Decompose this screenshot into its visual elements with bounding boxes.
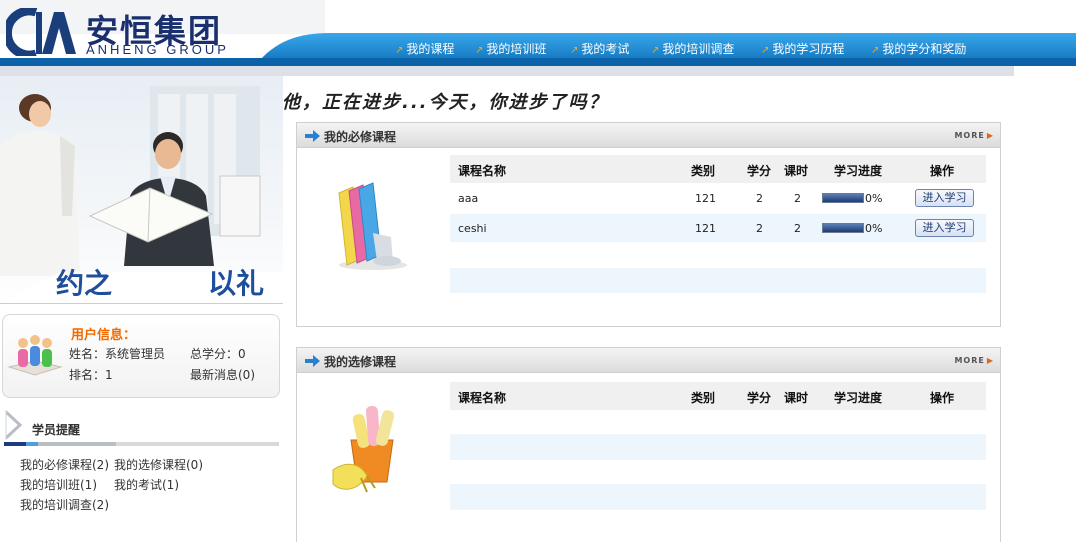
reminder-required-courses[interactable]: 我的必修课程(2) <box>20 456 109 473</box>
banner-caption-left: 约之 <box>56 267 113 300</box>
reminder-exams[interactable]: 我的考试(1) <box>114 476 179 493</box>
nav-item-learning-history[interactable]: ↗ 我的学习历程 <box>761 40 844 57</box>
panel-header: 我的选修课程 MORE ▶ <box>297 348 1000 373</box>
nav-label: 我的培训班 <box>486 42 547 56</box>
user-info-title: 用户信息： <box>71 328 137 343</box>
col-hours: 课时 <box>784 391 809 405</box>
table-header: 课程名称 类别 学分 课时 学习进度 操作 <box>450 382 986 410</box>
users-group-icon <box>7 335 63 376</box>
nav-label: 我的考试 <box>581 42 630 56</box>
col-action: 操作 <box>930 164 955 178</box>
more-link[interactable]: MORE ▶ <box>954 131 994 140</box>
elective-courses-table: 课程名称 类别 学分 课时 学习进度 操作 <box>450 382 986 512</box>
col-credit: 学分 <box>747 391 772 405</box>
panel-title: 我的选修课程 <box>324 355 397 369</box>
table-row: ceshi 121 2 2 0% 进入学习 <box>450 214 986 242</box>
table-header: 课程名称 类别 学分 课时 学习进度 操作 <box>450 155 986 183</box>
course-name: ceshi <box>458 222 487 235</box>
reminder-training-class[interactable]: 我的培训班(1) <box>20 476 97 493</box>
col-type: 类别 <box>691 391 716 405</box>
col-credit: 学分 <box>747 164 772 178</box>
panel-title: 我的必修课程 <box>324 130 397 144</box>
nav-label: 我的学分和奖励 <box>882 42 967 56</box>
arrow-icon: ↗ <box>395 45 404 56</box>
arrow-icon: ↗ <box>651 45 660 56</box>
arrow-icon: ↗ <box>871 45 880 56</box>
nav-label: 我的培训调查 <box>662 42 735 56</box>
banner-divider <box>0 303 283 304</box>
panel-header: 我的必修课程 MORE ▶ <box>297 123 1000 148</box>
col-hours: 课时 <box>784 164 809 178</box>
books-icon <box>338 182 407 270</box>
progress-bar <box>822 193 864 203</box>
course-credit: 2 <box>756 192 763 205</box>
reminders-underline <box>4 442 279 446</box>
course-credit: 2 <box>756 222 763 235</box>
table-row <box>450 484 986 510</box>
banner-caption-right: 以礼 <box>208 267 265 300</box>
arrow-right-icon <box>305 130 320 142</box>
more-link[interactable]: MORE ▶ <box>954 356 994 365</box>
nav-item-my-courses[interactable]: ↗ 我的课程 <box>395 40 454 57</box>
banner-image: 约之 以礼 <box>0 76 283 304</box>
course-name: aaa <box>458 192 479 205</box>
elective-courses-panel: 我的选修课程 MORE ▶ 课程名称 类别 学分 课时 学习进度 操作 <box>296 347 1001 542</box>
required-courses-table: 课程名称 类别 学分 课时 学习进度 操作 aaa 121 2 2 0% 进入学… <box>450 155 986 295</box>
nav-item-exams[interactable]: ↗ 我的考试 <box>570 40 629 57</box>
reminders-title: 学员提醒 <box>32 423 81 437</box>
course-hours: 2 <box>794 192 801 205</box>
enter-study-button[interactable]: 进入学习 <box>915 219 974 237</box>
scrolls-icon <box>332 405 395 493</box>
required-courses-panel: 我的必修课程 MORE ▶ 课程名称 类别 学分 课时 学习进度 操作 aaa 1… <box>296 122 1001 327</box>
arrow-icon: ↗ <box>570 45 579 56</box>
progress-bar <box>822 223 864 233</box>
table-row <box>450 460 986 484</box>
reminders-header: 学员提醒 <box>4 404 280 446</box>
brand-logo[interactable]: 安恒集团 ANHENG GROUP <box>6 4 256 60</box>
nav-item-training-survey[interactable]: ↗ 我的培训调查 <box>651 40 734 57</box>
nav-label: 我的学习历程 <box>772 42 845 56</box>
reminder-elective-courses[interactable]: 我的选修课程(0) <box>114 456 203 473</box>
user-rank: 排名：1 <box>69 368 113 382</box>
table-row <box>450 410 986 434</box>
col-course-name: 课程名称 <box>458 391 507 405</box>
nav-item-training-class[interactable]: ↗ 我的培训班 <box>475 40 546 57</box>
brand-name-en: ANHENG GROUP <box>86 42 229 57</box>
col-progress: 学习进度 <box>834 391 883 405</box>
table-row <box>450 268 986 293</box>
user-name: 姓名：系统管理员 <box>69 347 166 361</box>
col-progress: 学习进度 <box>834 164 883 178</box>
course-type: 121 <box>695 192 716 205</box>
chevron-right-icon <box>4 410 23 440</box>
slogan: 他，正在进步...今天，你进步了吗？ <box>282 92 609 113</box>
nav-item-credits-rewards[interactable]: ↗ 我的学分和奖励 <box>871 40 966 57</box>
user-info-box: 用户信息： 姓名：系统管理员 排名：1 总学分：0 最新消息(0) <box>2 314 280 398</box>
col-type: 类别 <box>691 164 716 178</box>
col-course-name: 课程名称 <box>458 164 507 178</box>
col-action: 操作 <box>930 391 955 405</box>
arrow-icon: ↗ <box>475 45 484 56</box>
course-hours: 2 <box>794 222 801 235</box>
progress-text: 0% <box>865 222 883 235</box>
reminder-training-survey[interactable]: 我的培训调查(2) <box>20 496 109 513</box>
arrow-right-icon <box>305 355 320 367</box>
enter-study-button[interactable]: 进入学习 <box>915 189 974 207</box>
arrow-icon: ↗ <box>761 45 770 56</box>
anheng-logo-icon <box>6 8 76 56</box>
table-row <box>450 434 986 460</box>
progress-text: 0% <box>865 192 883 205</box>
course-type: 121 <box>695 222 716 235</box>
user-latest-messages[interactable]: 最新消息(0) <box>190 366 255 383</box>
table-row: aaa 121 2 2 0% 进入学习 <box>450 184 986 212</box>
sub-header-bar <box>0 66 1014 76</box>
nav-label: 我的课程 <box>406 42 455 56</box>
user-total-credits: 总学分：0 <box>190 347 246 361</box>
